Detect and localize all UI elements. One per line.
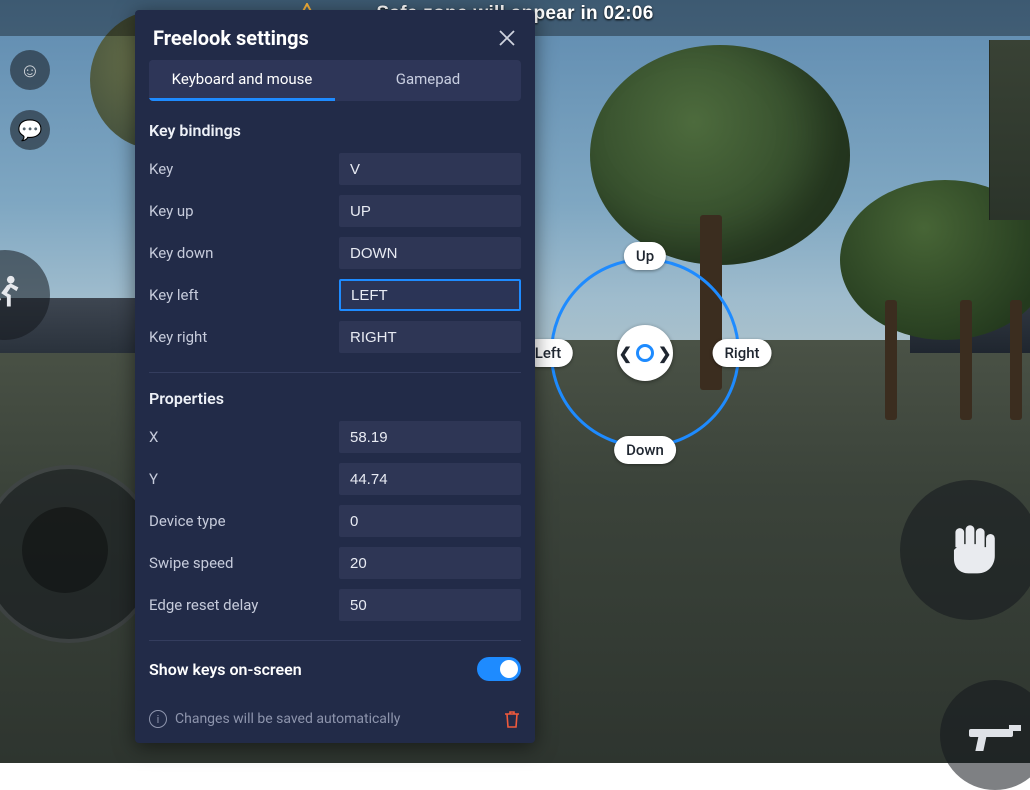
freelook-ring[interactable]: Up Down Left Right ❮ ❯	[550, 258, 740, 448]
ring-center-handle[interactable]: ❮ ❯	[617, 325, 673, 381]
label-key-left: Key left	[149, 286, 339, 304]
input-x[interactable]	[339, 421, 521, 453]
running-icon	[0, 272, 28, 318]
section-properties: Properties	[149, 389, 521, 408]
label-x: X	[149, 428, 339, 446]
footer-message: Changes will be saved automatically	[175, 711, 400, 727]
freelook-settings-panel: Freelook settings Keyboard and mouse Gam…	[135, 10, 535, 743]
input-key-left[interactable]	[339, 279, 521, 311]
label-y: Y	[149, 470, 339, 488]
divider	[149, 372, 521, 373]
panel-body: Key bindings Key Key up Key down Key lef…	[135, 101, 535, 697]
delete-button[interactable]	[503, 709, 521, 729]
panel-title: Freelook settings	[153, 26, 309, 50]
tab-keyboard-mouse[interactable]: Keyboard and mouse	[149, 60, 335, 101]
input-key[interactable]	[339, 153, 521, 185]
label-edge-reset-delay: Edge reset delay	[149, 596, 339, 614]
ring-label-down[interactable]: Down	[614, 436, 676, 464]
tab-gamepad[interactable]: Gamepad	[335, 60, 521, 101]
panel-footer: i Changes will be saved automatically	[135, 697, 535, 743]
minimap-edge	[989, 40, 1030, 220]
fist-icon	[935, 515, 1005, 585]
input-device-type[interactable]	[339, 505, 521, 537]
input-key-down[interactable]	[339, 237, 521, 269]
label-key-right: Key right	[149, 328, 339, 346]
input-key-up[interactable]	[339, 195, 521, 227]
label-swipe-speed: Swipe speed	[149, 554, 339, 572]
close-button[interactable]	[497, 28, 517, 48]
section-key-bindings: Key bindings	[149, 121, 521, 140]
close-icon	[497, 28, 517, 48]
chevron-left-icon: ❮	[619, 344, 632, 363]
chevron-right-icon: ❯	[658, 344, 671, 363]
center-circle-icon	[636, 344, 654, 362]
chat-button[interactable]: 💬	[10, 110, 50, 150]
emoji-button[interactable]: ☺	[10, 50, 50, 90]
divider	[149, 640, 521, 641]
label-key: Key	[149, 160, 339, 178]
ring-label-right[interactable]: Right	[712, 339, 771, 367]
label-device-type: Device type	[149, 512, 339, 530]
label-key-up: Key up	[149, 202, 339, 220]
input-edge-reset-delay[interactable]	[339, 589, 521, 621]
label-show-keys: Show keys on-screen	[149, 660, 302, 679]
punch-button[interactable]	[900, 480, 1030, 620]
tabs: Keyboard and mouse Gamepad	[149, 60, 521, 101]
input-swipe-speed[interactable]	[339, 547, 521, 579]
label-key-down: Key down	[149, 244, 339, 262]
input-key-right[interactable]	[339, 321, 521, 353]
input-y[interactable]	[339, 463, 521, 495]
ring-label-up[interactable]: Up	[624, 242, 666, 270]
info-icon: i	[149, 710, 167, 728]
trash-icon	[503, 709, 521, 729]
toggle-show-keys[interactable]	[477, 657, 521, 681]
gun-icon	[965, 715, 1025, 755]
